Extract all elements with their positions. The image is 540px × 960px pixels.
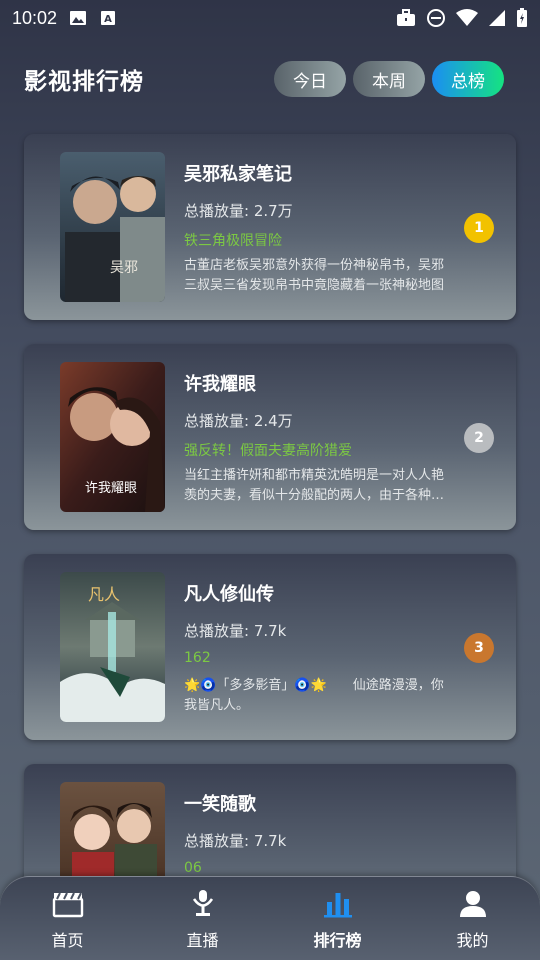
poster-art: 许我耀眼 xyxy=(60,362,165,512)
live-tripod-icon xyxy=(186,887,220,921)
tab-today[interactable]: 今日 xyxy=(274,61,346,97)
image-notification-icon xyxy=(70,11,87,25)
drama-title: 一笑随歌 xyxy=(184,794,256,815)
card-info: 吴邪私家笔记 总播放量: 2.7万 铁三角极限冒险 古董店老板吴邪意外获得一份神… xyxy=(184,160,454,296)
rank-badge: 1 xyxy=(464,213,494,243)
drama-description: 当红主播许妍和都市精英沈皓明是一对人人艳羡的夫妻，看似十分般配的两人，由于各种原… xyxy=(184,468,445,503)
drama-title: 许我耀眼 xyxy=(184,374,256,395)
drama-tag: 强反转！假面夫妻高阶猎爱 xyxy=(184,443,352,459)
tab-all-time[interactable]: 总榜 xyxy=(432,61,504,97)
rank-badge: 2 xyxy=(464,423,494,453)
status-right-icons xyxy=(396,8,528,28)
drama-description: 🌟🧿「多多影音」🧿🌟 仙途路漫漫，你我皆凡人。 xyxy=(184,678,444,713)
card-info: 一笑随歌 总播放量: 7.7k 06 xyxy=(184,790,454,880)
status-time: 10:02 xyxy=(12,7,58,28)
clapperboard-icon xyxy=(51,887,85,921)
ranking-tabs: 今日 本周 总榜 xyxy=(274,61,504,97)
ranking-card[interactable]: 许我耀眼 许我耀眼 总播放量: 2.4万 强反转！假面夫妻高阶猎爱 当红主播许妍… xyxy=(24,344,516,530)
nav-home[interactable]: 首页 xyxy=(13,887,123,951)
status-bar: 10:02 A xyxy=(0,0,540,36)
ranking-list: 吴邪 吴邪私家笔记 总播放量: 2.7万 铁三角极限冒险 古董店老板吴邪意外获得… xyxy=(24,134,516,960)
page-title: 影视排行榜 xyxy=(24,69,144,95)
nav-label-profile: 我的 xyxy=(456,930,489,950)
poster-image: 许我耀眼 xyxy=(60,362,165,512)
poster-art: 吴邪 xyxy=(60,152,165,302)
ranking-card[interactable]: 凡人 凡人修仙传 总播放量: 7.7k 162 🌟🧿「多多影音」🧿🌟 仙途路漫漫… xyxy=(24,554,516,740)
briefcase-icon xyxy=(397,9,415,26)
play-count: 总播放量: 7.7k xyxy=(184,832,287,850)
drama-tag: 162 xyxy=(184,650,211,666)
bar-chart-icon xyxy=(321,887,355,921)
nav-label-live: 直播 xyxy=(186,930,219,950)
battery-icon xyxy=(517,8,527,27)
svg-text:许我耀眼: 许我耀眼 xyxy=(85,481,137,496)
nav-live[interactable]: 直播 xyxy=(148,887,258,951)
do-not-disturb-icon xyxy=(427,9,445,27)
drama-title: 凡人修仙传 xyxy=(184,584,274,605)
svg-text:A: A xyxy=(104,14,112,25)
nav-label-ranking: 排行榜 xyxy=(313,930,362,950)
poster-image: 凡人 xyxy=(60,572,165,722)
poster-image: 吴邪 xyxy=(60,152,165,302)
play-count: 总播放量: 2.4万 xyxy=(184,412,293,430)
play-count: 总播放量: 2.7万 xyxy=(184,202,293,220)
ranking-card[interactable]: 吴邪 吴邪私家笔记 总播放量: 2.7万 铁三角极限冒险 古董店老板吴邪意外获得… xyxy=(24,134,516,320)
drama-description: 古董店老板吴邪意外获得一份神秘帛书，吴邪三叔吴三省发现帛书中竟隐藏着一张神秘地图 xyxy=(184,258,445,293)
card-info: 凡人修仙传 总播放量: 7.7k 162 🌟🧿「多多影音」🧿🌟 仙途路漫漫，你我… xyxy=(184,580,454,716)
header: 影视排行榜 今日 本周 总榜 xyxy=(24,56,504,102)
drama-title: 吴邪私家笔记 xyxy=(184,164,292,185)
tab-week[interactable]: 本周 xyxy=(353,61,425,97)
poster-art: 凡人 xyxy=(60,572,165,722)
signal-icon xyxy=(489,10,505,26)
nav-ranking[interactable]: 排行榜 xyxy=(283,887,393,951)
text-notification-icon: A xyxy=(101,11,116,25)
nav-label-home: 首页 xyxy=(51,930,84,950)
nav-profile[interactable]: 我的 xyxy=(418,887,528,951)
card-info: 许我耀眼 总播放量: 2.4万 强反转！假面夫妻高阶猎爱 当红主播许妍和都市精英… xyxy=(184,370,454,506)
play-count: 总播放量: 7.7k xyxy=(184,622,287,640)
rank-badge: 3 xyxy=(464,633,494,663)
svg-text:吴邪: 吴邪 xyxy=(110,260,138,276)
svg-text:凡人: 凡人 xyxy=(88,585,120,604)
drama-tag: 铁三角极限冒险 xyxy=(184,233,282,249)
bottom-navigation: 首页 直播 排行榜 我的 xyxy=(0,876,540,960)
wifi-icon xyxy=(456,9,478,26)
user-icon xyxy=(456,887,490,921)
